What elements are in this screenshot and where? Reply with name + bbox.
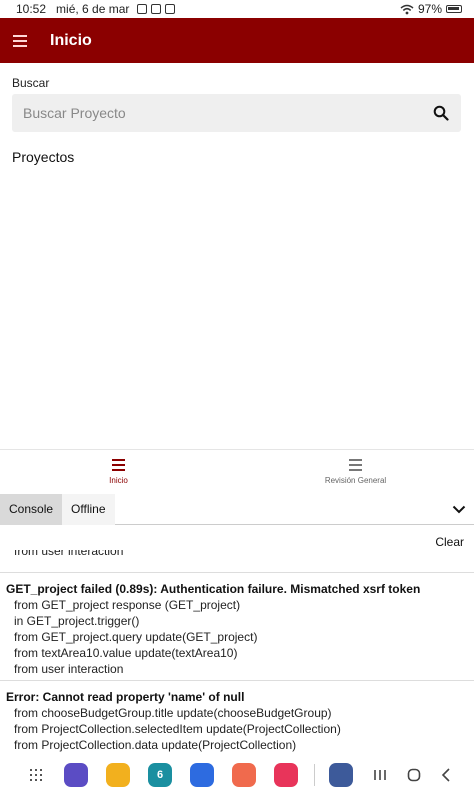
page-title: Inicio xyxy=(50,31,92,49)
screen-recorder-app-icon[interactable] xyxy=(274,762,298,787)
console-log[interactable]: Clear from user interaction GET_project … xyxy=(0,526,474,756)
console-tabs: Console Offline xyxy=(0,493,474,525)
log-truncated-line: from user interaction xyxy=(14,550,124,558)
system-navigation-bar: 6 xyxy=(0,756,474,793)
log-entry-line: in GET_project.trigger() xyxy=(14,614,140,628)
log-entry-line: from GET_project.query update(GET_projec… xyxy=(14,630,258,644)
back-icon[interactable] xyxy=(441,767,451,782)
wifi-icon xyxy=(400,4,414,14)
log-entry-line: from ProjectCollection.selectedItem upda… xyxy=(14,722,341,736)
app-screen: 10:52 mié, 6 de mar 97% Inicio Buscar Bu… xyxy=(0,0,474,793)
bottom-navigation: Inicio Revisión General xyxy=(0,449,474,494)
home-icon[interactable] xyxy=(407,768,421,782)
app-bar: Inicio xyxy=(0,18,474,63)
nav-item-revision-general[interactable]: Revisión General xyxy=(237,450,474,494)
files-app-icon[interactable] xyxy=(106,762,130,787)
search-icon[interactable] xyxy=(421,94,461,132)
hamburger-menu-icon[interactable] xyxy=(10,29,34,53)
messages-app-icon[interactable] xyxy=(190,762,214,787)
menu-icon xyxy=(349,459,362,471)
recent-apps-icon[interactable] xyxy=(373,769,387,781)
log-entry-line: from GET_project response (GET_project) xyxy=(14,598,241,612)
status-right: 97% xyxy=(400,2,462,16)
status-time: 10:52 xyxy=(16,2,47,16)
internet-app-icon[interactable] xyxy=(64,762,88,787)
search-label: Buscar xyxy=(12,76,50,90)
chevron-down-icon[interactable] xyxy=(444,494,474,525)
apps-grid-icon[interactable] xyxy=(30,768,42,781)
status-date: mié, 6 de mar xyxy=(56,2,130,16)
tab-offline[interactable]: Offline xyxy=(62,493,115,525)
status-bar: 10:52 mié, 6 de mar 97% xyxy=(0,0,474,18)
nav-item-label: Revisión General xyxy=(324,476,387,485)
tab-console[interactable]: Console xyxy=(0,493,63,525)
gallery-notification-icon xyxy=(137,4,148,14)
menu-icon xyxy=(112,459,125,471)
calendar-app-icon[interactable]: 6 xyxy=(148,762,172,787)
projects-heading: Proyectos xyxy=(12,149,75,165)
log-entry: Error: Cannot read property 'name' of nu… xyxy=(0,680,474,753)
settings-app-icon[interactable] xyxy=(329,762,353,787)
log-entry-line: from textArea10.value update(textArea10) xyxy=(14,646,238,660)
log-entry-head: GET_project failed (0.89s): Authenticati… xyxy=(6,582,421,596)
screenshot-notification-icon xyxy=(165,4,176,14)
log-entry-line: from user interaction xyxy=(14,662,124,676)
clear-button[interactable]: Clear xyxy=(435,535,464,549)
app-notification-icon xyxy=(151,4,162,14)
log-entry-head: Error: Cannot read property 'name' of nu… xyxy=(6,690,245,704)
log-entry-line: from ProjectCollection.data update(Proje… xyxy=(14,738,297,752)
log-entry: GET_project failed (0.89s): Authenticati… xyxy=(0,572,474,677)
search-input[interactable] xyxy=(12,94,421,132)
dock-divider xyxy=(314,763,315,786)
battery-icon xyxy=(446,5,462,13)
notification-icons xyxy=(137,4,176,14)
log-entry-line: from chooseBudgetGroup.title update(choo… xyxy=(14,706,332,720)
nav-item-inicio[interactable]: Inicio xyxy=(0,450,237,494)
contacts-app-icon[interactable] xyxy=(232,762,256,787)
search-box xyxy=(12,94,461,132)
battery-percent: 97% xyxy=(417,2,442,16)
nav-item-label: Inicio xyxy=(109,476,128,485)
